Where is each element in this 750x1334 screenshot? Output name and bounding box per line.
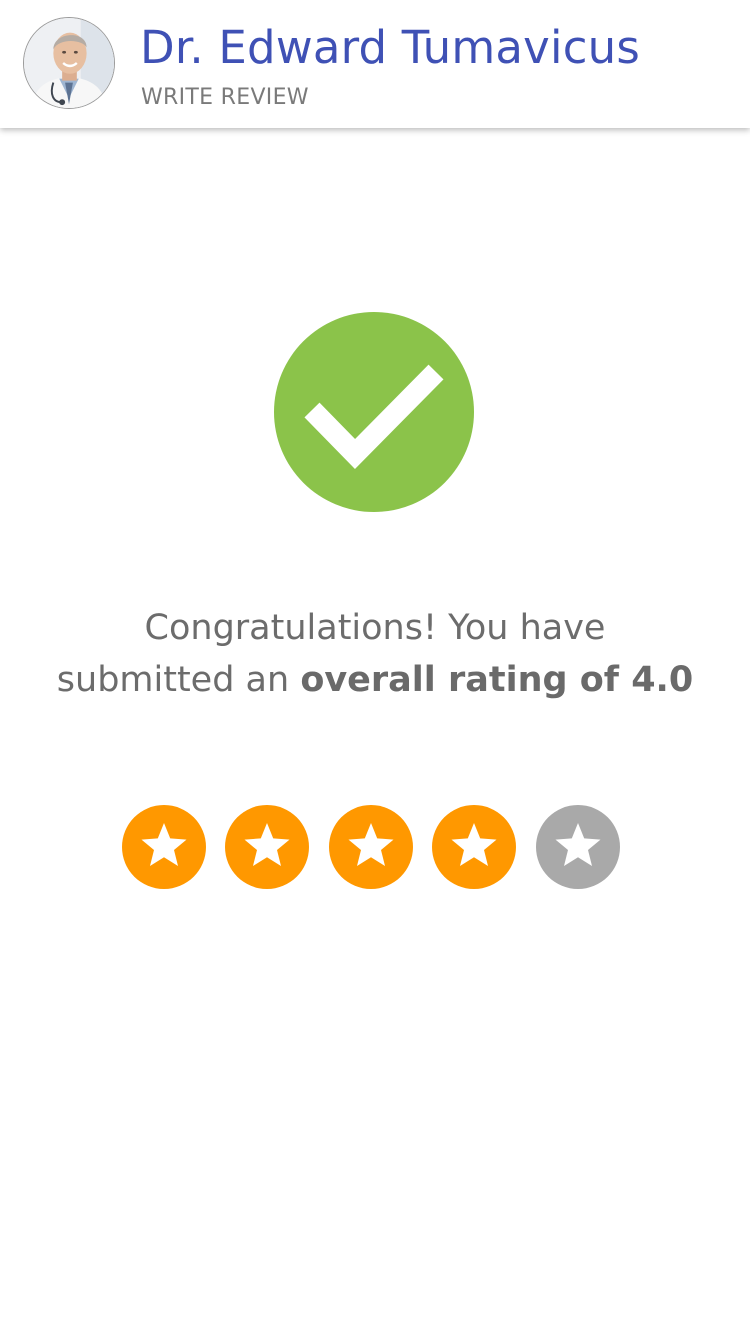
star-1-filled xyxy=(122,805,206,889)
app-header: Dr. Edward Tumavicus WRITE REVIEW xyxy=(0,0,750,128)
star-filled-icon xyxy=(451,823,497,866)
rating-stars xyxy=(122,805,622,889)
star-filled-icon xyxy=(141,823,187,866)
doctor-name-title: Dr. Edward Tumavicus xyxy=(140,21,641,74)
star-2-filled xyxy=(225,805,309,889)
overall-rating-text: overall rating of 4.0 xyxy=(300,660,694,700)
star-empty-icon xyxy=(555,823,601,866)
checkmark-icon xyxy=(304,364,444,469)
page-subtitle: WRITE REVIEW xyxy=(141,85,309,110)
success-checkmark-badge xyxy=(274,312,474,512)
star-4-filled xyxy=(432,805,516,889)
doctor-avatar-image xyxy=(24,18,114,108)
confirmation-line-1: Congratulations! You have xyxy=(144,608,606,648)
confirmation-message: Congratulations! You have submitted an o… xyxy=(0,602,750,706)
confirmation-line-2-prefix: submitted an xyxy=(56,660,301,700)
doctor-avatar[interactable] xyxy=(23,17,115,109)
star-5-empty xyxy=(536,805,620,889)
confirmation-line-2: submitted an overall rating of 4.0 xyxy=(0,654,750,706)
star-filled-icon xyxy=(348,823,394,866)
star-filled-icon xyxy=(244,823,290,866)
star-3-filled xyxy=(329,805,413,889)
